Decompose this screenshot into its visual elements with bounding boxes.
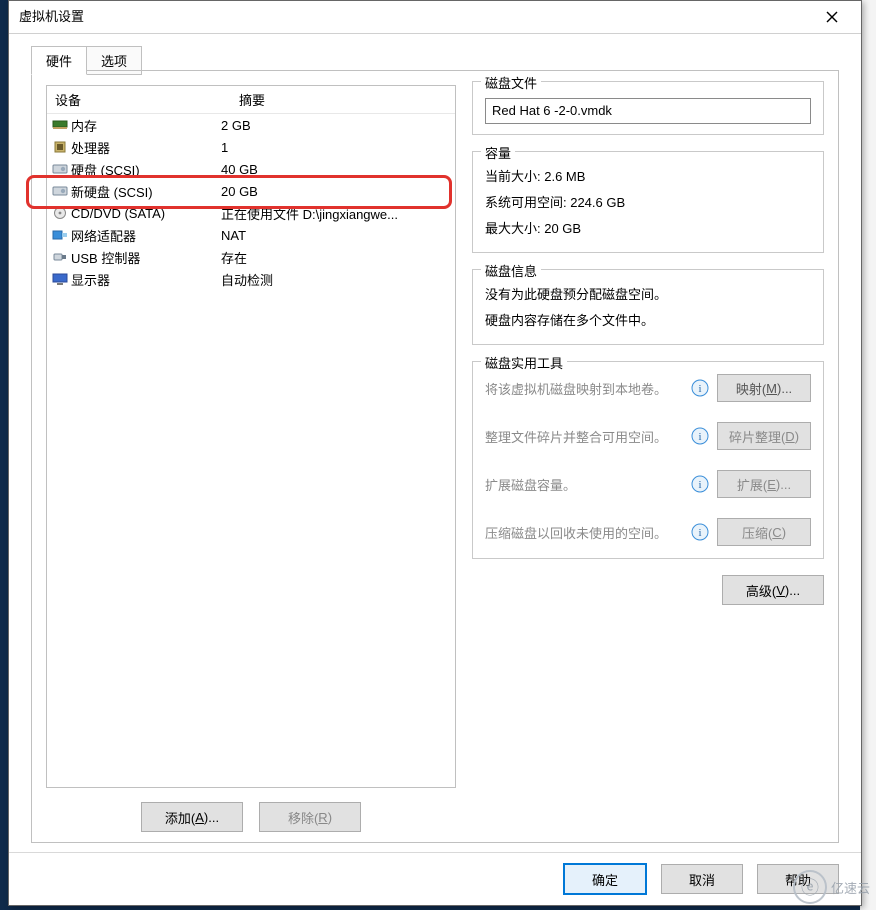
close-icon [826, 11, 838, 23]
device-summary: NAT [221, 228, 451, 243]
dialog-body: 硬件 选项 设备 摘要 内存 2 GB [9, 34, 861, 853]
tool-row-compact: 压缩磁盘以回收未使用的空间。 i 压缩(C) [485, 518, 811, 546]
expand-button[interactable]: 扩展(E)... [717, 470, 811, 498]
map-desc: 将该虚拟机磁盘映射到本地卷。 [485, 379, 683, 398]
capacity-max: 最大大小: 20 GB [485, 216, 811, 242]
header-summary: 摘要 [231, 86, 273, 113]
device-summary: 自动检测 [221, 270, 451, 289]
diskfile-group: 磁盘文件 Red Hat 6 -2-0.vmdk [472, 81, 824, 135]
device-summary: 1 [221, 140, 451, 155]
ok-button[interactable]: 确定 [563, 863, 647, 895]
tool-row-map: 将该虚拟机磁盘映射到本地卷。 i 映射(M)... [485, 374, 811, 402]
device-list-header: 设备 摘要 [47, 86, 455, 114]
device-row-nic[interactable]: 网络适配器 NAT [47, 224, 455, 246]
diskfile-legend: 磁盘文件 [481, 73, 541, 92]
device-name: 处理器 [69, 138, 221, 157]
device-row-memory[interactable]: 内存 2 GB [47, 114, 455, 136]
svg-text:i: i [698, 479, 701, 491]
defrag-desc: 整理文件碎片并整合可用空间。 [485, 427, 683, 446]
compact-button[interactable]: 压缩(C) [717, 518, 811, 546]
compact-desc: 压缩磁盘以回收未使用的空间。 [485, 523, 683, 542]
device-summary: 正在使用文件 D:\jingxiangwe... [221, 204, 451, 223]
map-button[interactable]: 映射(M)... [717, 374, 811, 402]
device-row-disk0[interactable]: 硬盘 (SCSI) 40 GB [47, 158, 455, 180]
remove-device-button[interactable]: 移除(R) [259, 802, 361, 832]
device-summary: 20 GB [221, 184, 451, 199]
advanced-row: 高级(V)... [472, 575, 824, 605]
capacity-group: 容量 当前大小: 2.6 MB 系统可用空间: 224.6 GB 最大大小: 2… [472, 151, 824, 253]
watermark-icon: ⓔ [793, 870, 827, 904]
vm-settings-window: 虚拟机设置 硬件 选项 设备 摘要 [8, 0, 862, 906]
svg-text:i: i [698, 527, 701, 539]
capacity-legend: 容量 [481, 143, 515, 162]
diskfile-field[interactable]: Red Hat 6 -2-0.vmdk [485, 98, 811, 124]
add-device-button[interactable]: 添加(A)... [141, 802, 243, 832]
device-name: USB 控制器 [69, 248, 221, 267]
advanced-button[interactable]: 高级(V)... [722, 575, 824, 605]
diskinfo-line2: 硬盘内容存储在多个文件中。 [485, 308, 811, 334]
capacity-current: 当前大小: 2.6 MB [485, 164, 811, 190]
defrag-button[interactable]: 碎片整理(D) [717, 422, 811, 450]
disk-icon [51, 162, 69, 176]
cd-icon [51, 206, 69, 220]
tab-panel: 设备 摘要 内存 2 GB 处理器 1 [31, 70, 839, 843]
disktools-group: 磁盘实用工具 将该虚拟机磁盘映射到本地卷。 i 映射(M)... 整理文件碎片并… [472, 361, 824, 559]
device-name: 内存 [69, 116, 221, 135]
window-title: 虚拟机设置 [19, 1, 813, 33]
device-name: 网络适配器 [69, 226, 221, 245]
titlebar: 虚拟机设置 [9, 1, 861, 34]
info-icon: i [691, 523, 709, 541]
disktools-legend: 磁盘实用工具 [481, 353, 567, 372]
close-button[interactable] [813, 3, 851, 31]
display-icon [51, 272, 69, 286]
info-icon: i [691, 379, 709, 397]
device-name: 硬盘 (SCSI) [69, 160, 221, 179]
diskinfo-line1: 没有为此硬盘预分配磁盘空间。 [485, 282, 811, 308]
device-name: 新硬盘 (SCSI) [69, 182, 221, 201]
svg-text:i: i [698, 383, 701, 395]
watermark-text: 亿速云 [831, 878, 870, 897]
right-column: 磁盘文件 Red Hat 6 -2-0.vmdk 容量 当前大小: 2.6 MB… [466, 71, 838, 842]
watermark: ⓔ 亿速云 [793, 870, 870, 904]
header-device: 设备 [47, 86, 231, 113]
device-summary: 2 GB [221, 118, 451, 133]
capacity-sysfree: 系统可用空间: 224.6 GB [485, 190, 811, 216]
disk-icon [51, 184, 69, 198]
tab-hardware[interactable]: 硬件 [31, 46, 87, 75]
memory-icon [51, 118, 69, 132]
dialog-footer: 确定 取消 帮助 [9, 852, 861, 905]
nic-icon [51, 228, 69, 242]
left-column: 设备 摘要 内存 2 GB 处理器 1 [32, 71, 466, 842]
tool-row-defrag: 整理文件碎片并整合可用空间。 i 碎片整理(D) [485, 422, 811, 450]
diskinfo-group: 磁盘信息 没有为此硬盘预分配磁盘空间。 硬盘内容存储在多个文件中。 [472, 269, 824, 345]
diskinfo-legend: 磁盘信息 [481, 261, 541, 280]
cancel-button[interactable]: 取消 [661, 864, 743, 894]
device-row-cddvd[interactable]: CD/DVD (SATA) 正在使用文件 D:\jingxiangwe... [47, 202, 455, 224]
device-summary: 存在 [221, 248, 451, 267]
device-row-display[interactable]: 显示器 自动检测 [47, 268, 455, 290]
info-icon: i [691, 427, 709, 445]
cpu-icon [51, 140, 69, 154]
svg-text:i: i [698, 431, 701, 443]
device-list[interactable]: 设备 摘要 内存 2 GB 处理器 1 [46, 85, 456, 788]
device-row-disk1[interactable]: 新硬盘 (SCSI) 20 GB [47, 180, 455, 202]
device-name: CD/DVD (SATA) [69, 206, 221, 221]
device-row-usb[interactable]: USB 控制器 存在 [47, 246, 455, 268]
background-stripe [860, 0, 876, 910]
device-name: 显示器 [69, 270, 221, 289]
device-row-cpu[interactable]: 处理器 1 [47, 136, 455, 158]
device-summary: 40 GB [221, 162, 451, 177]
expand-desc: 扩展磁盘容量。 [485, 475, 683, 494]
usb-icon [51, 250, 69, 264]
device-buttons: 添加(A)... 移除(R) [46, 788, 456, 832]
info-icon: i [691, 475, 709, 493]
tool-row-expand: 扩展磁盘容量。 i 扩展(E)... [485, 470, 811, 498]
